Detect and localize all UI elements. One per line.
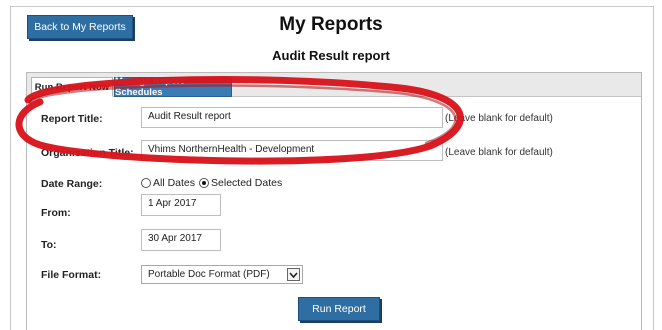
tab-manage-report-schedules[interactable]: Manage Report Schedules: [114, 76, 232, 98]
all-dates-radio[interactable]: [141, 178, 151, 188]
tab-bar: Run Report Now Manage Report Schedules: [27, 73, 641, 98]
file-format-label: File Format:: [41, 269, 102, 281]
selected-dates-label[interactable]: Selected Dates: [211, 177, 282, 189]
date-range-group: All Dates Selected Dates: [141, 177, 286, 189]
report-title-input[interactable]: Audit Result report: [141, 107, 443, 128]
to-date-input[interactable]: 30 Apr 2017: [141, 229, 221, 251]
file-format-select[interactable]: Portable Doc Format (PDF): [141, 265, 303, 284]
from-label: From:: [41, 207, 71, 219]
chevron-down-icon[interactable]: [287, 268, 300, 281]
report-title-label: Report Title:: [41, 113, 103, 125]
selected-dates-radio[interactable]: [199, 178, 210, 188]
organisation-title-label: Organisation Title:: [41, 147, 134, 159]
organisation-title-hint: (Leave blank for default): [445, 147, 553, 158]
to-label: To:: [41, 239, 57, 251]
tab-run-report-now[interactable]: Run Report Now: [31, 77, 113, 97]
run-report-button[interactable]: Run Report: [298, 297, 380, 321]
report-subtitle: Audit Result report: [272, 48, 390, 63]
from-date-input[interactable]: 1 Apr 2017: [141, 194, 221, 216]
organisation-title-input[interactable]: Vhims NorthernHealth - Development: [141, 140, 443, 161]
date-range-label: Date Range:: [41, 178, 103, 190]
report-title-hint: (Leave blank for default): [445, 113, 553, 124]
report-panel: Run Report Now Manage Report Schedules R…: [26, 72, 642, 330]
file-format-value: Portable Doc Format (PDF): [148, 269, 270, 280]
page-title: My Reports: [279, 14, 383, 35]
all-dates-label[interactable]: All Dates: [153, 177, 195, 189]
